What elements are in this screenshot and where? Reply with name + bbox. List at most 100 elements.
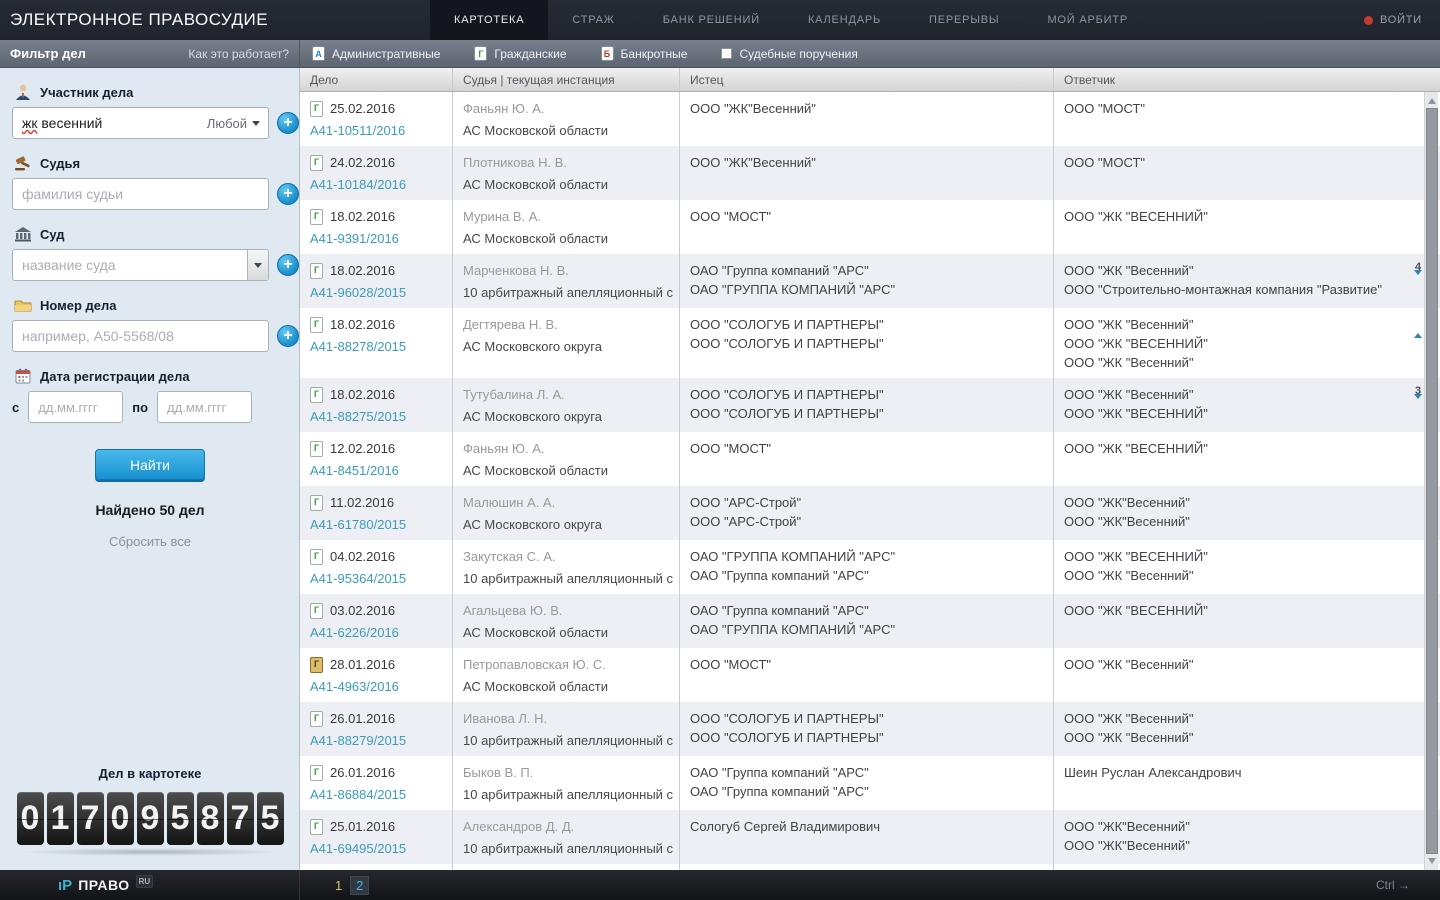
case-type-tab-1[interactable]: ГГражданские [474,46,566,61]
date-from-input[interactable]: дд.мм.гггг [28,391,123,423]
case-number-link[interactable]: А41-88275/2015 [310,407,406,426]
table-row[interactable]: Г18.02.2016А41-88278/2015Дегтярева Н. В.… [300,308,1440,378]
judge-name: Фаньян Ю. А. [463,99,673,118]
plaintiff-name: ОАО "Группа компаний "АРС" [690,566,1047,585]
table-row[interactable]: Г11.02.2016А41-61780/2015Малюшин А. А.АС… [300,486,1440,540]
case-number-input[interactable]: например, А50-5568/08 [12,320,269,352]
counter-digit: 8 [197,792,224,845]
case-type-tab-2[interactable]: ББанкротные [601,46,688,61]
table-row[interactable]: Г04.02.2016А41-95364/2015Закутская С. А.… [300,540,1440,594]
nav-item-0[interactable]: КАРТОТЕКА [430,0,548,40]
table-row[interactable]: Г28.01.2016А41-4963/2016Петропавловская … [300,648,1440,702]
table-scrollbar[interactable] [1424,92,1438,870]
filter-sidebar: Участник дела жк весенний Любой + Судья … [0,68,300,870]
judge-name: Быков В. П. [463,763,673,782]
judge-input[interactable]: фамилия судьи [12,178,269,210]
ctrl-arrow-hint: Ctrl → [1376,878,1440,892]
defendant-name: Шеин Руслан Александрович [1064,763,1418,782]
case-number-link[interactable]: А41-10511/2016 [310,121,405,140]
case-number-link[interactable]: А41-8451/2016 [310,461,399,480]
court-select-arrow[interactable] [247,250,268,280]
table-row[interactable]: Г18.02.2016А41-88275/2015Тутубалина Л. А… [300,378,1440,432]
date-to-input[interactable]: дд.мм.гггг [157,391,252,423]
participant-icon [14,84,32,100]
table-row[interactable]: Г03.02.2016А41-6226/2016Агальцева Ю. В.А… [300,594,1440,648]
table-row[interactable]: Г18.02.2016А41-9391/2016Мурина В. А.АС М… [300,200,1440,254]
search-button[interactable]: Найти [95,449,205,480]
case-type-icon: Г [310,603,323,619]
results-count: Найдено 50 дел [12,502,288,518]
scrollbar-thumb[interactable] [1426,108,1438,854]
judge-name: Петропавловская Ю. С. [463,655,673,674]
case-date: 18.02.2016 [330,385,395,404]
case-date: 26.01.2016 [330,763,395,782]
case-number-link[interactable]: А41-96028/2015 [310,283,406,302]
case-type-tab-3[interactable]: Судебные поручения [721,47,857,61]
case-type-icon: Г [310,263,323,279]
nav-items: КАРТОТЕКАСТРАЖБАНК РЕШЕНИЙКАЛЕНДАРЬПЕРЕР… [430,0,1152,40]
column-header-defendant: Ответчик [1053,68,1440,91]
add-participant-button[interactable]: + [277,112,299,134]
case-number-link[interactable]: А41-88278/2015 [310,337,406,356]
plaintiff-name: ООО "МОСТ" [690,207,1047,226]
case-date: 11.02.2016 [330,493,394,512]
add-judge-button[interactable]: + [277,183,299,205]
case-type-icon: Г [310,155,323,171]
nav-item-1[interactable]: СТРАЖ [548,0,638,40]
table-row[interactable]: Г25.02.2016А41-10511/2016Фаньян Ю. А.АС … [300,92,1440,146]
case-number-link[interactable]: А41-4963/2016 [310,677,399,696]
case-number-link[interactable]: А41-86884/2015 [310,785,406,804]
case-number-link[interactable]: А41-95364/2015 [310,569,406,588]
case-date: 03.02.2016 [330,601,395,620]
defendant-name: ООО "ЖК "ВЕСЕННИЙ" [1064,207,1418,226]
chevron-down-icon [252,121,260,126]
scroll-down-arrow[interactable] [1425,854,1439,868]
page-2-button[interactable]: 2 [350,876,369,895]
counter-digit: 1 [47,792,74,845]
login-button[interactable]: ВОЙТИ [1364,0,1440,40]
case-number-link[interactable]: А41-6226/2016 [310,623,399,642]
nav-item-2[interactable]: БАНК РЕШЕНИЙ [639,0,784,40]
nav-item-4[interactable]: ПЕРЕРЫВЫ [905,0,1023,40]
how-it-works-link[interactable]: Как это работает? [188,47,289,61]
table-row[interactable]: Г12.02.2016А41-8451/2016Фаньян Ю. А.АС М… [300,432,1440,486]
table-row[interactable]: Г26.01.2016А41-88279/2015Иванова Л. Н.10… [300,702,1440,756]
case-type-icon: Г [310,441,323,457]
table-row[interactable]: Г26.01.2016А41-86884/2015Быков В. П.10 а… [300,756,1440,810]
case-date: 28.01.2016 [330,655,395,674]
case-number-link[interactable]: А41-61780/2015 [310,515,406,534]
table-row[interactable]: Г24.02.2016А41-10184/2016Плотникова Н. В… [300,146,1440,200]
judge-name: Мурина В. А. [463,207,673,226]
add-case-number-button[interactable]: + [277,325,299,347]
scroll-up-arrow[interactable] [1425,94,1439,108]
case-number-link[interactable]: А41-9391/2016 [310,229,399,248]
court-instance: АС Московской области [463,623,673,642]
judge-name: Плотникова Н. В. [463,153,673,172]
plaintiff-name: ООО "ЖК"Весенний" [690,99,1047,118]
participant-input[interactable]: жк весенний Любой [12,107,269,139]
reset-all-link[interactable]: Сбросить все [12,534,288,549]
case-number-link[interactable]: А41-69495/2015 [310,839,406,858]
logo-mark-icon: ıP [58,878,72,893]
add-court-button[interactable]: + [277,254,299,276]
plaintiff-name: ОАО "ГРУППА КОМПАНИЙ "АРС" [690,620,1047,639]
court-instance: АС Московского округа [463,407,673,426]
judge-name: Тутубалина Л. А. [463,385,673,404]
table-row[interactable]: Г25.01.2016А41-69495/2015Александров Д. … [300,810,1440,864]
case-type-icon: Г [310,765,323,781]
defendant-name: ООО "ЖК "ВЕСЕННИЙ" [1064,404,1418,423]
page-1-button[interactable]: 1 [335,878,342,893]
case-type-tab-0[interactable]: ААдминистративные [312,46,440,61]
defendant-name: ООО "ЖК "Весенний" [1064,566,1418,585]
defendant-name: ООО "ЖК "Весенний" [1064,709,1418,728]
table-row[interactable]: Г18.02.2016А41-96028/2015Марченкова Н. В… [300,254,1440,308]
participant-type-dropdown[interactable]: Любой [207,108,260,138]
nav-item-5[interactable]: МОЙ АРБИТР [1023,0,1152,40]
court-select[interactable]: название суда [12,249,269,281]
court-instance: АС Московской области [463,677,673,696]
case-number-link[interactable]: А41-10184/2016 [310,175,406,194]
case-date: 04.02.2016 [330,547,395,566]
case-number-link[interactable]: А41-88279/2015 [310,731,406,750]
court-label: Суд [40,227,65,242]
nav-item-3[interactable]: КАЛЕНДАРЬ [784,0,905,40]
